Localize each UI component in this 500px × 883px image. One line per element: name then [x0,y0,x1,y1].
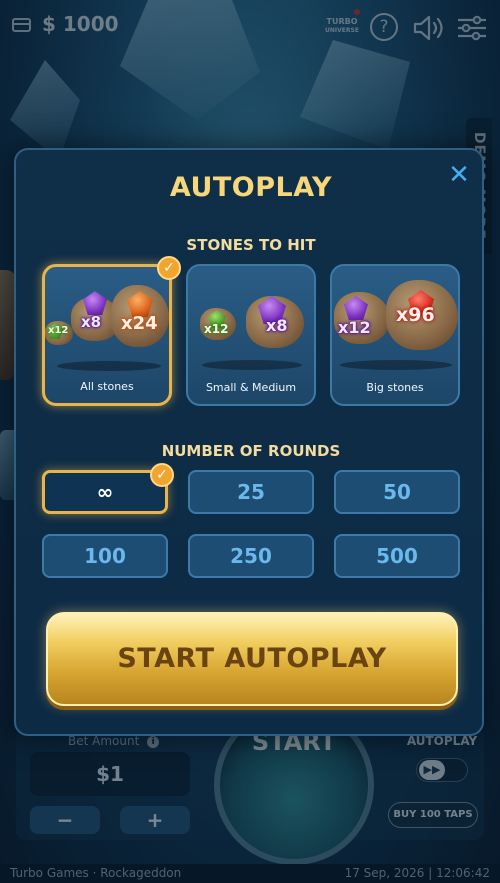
modal-title: AUTOPLAY [169,172,333,203]
stone-option-label: Small & Medium [205,381,297,394]
stone-option-small-medium[interactable]: x12 x8 Small & Medium [186,264,316,406]
start-autoplay-button[interactable]: START AUTOPLAY [46,612,458,706]
checkmark-icon: ✓ [157,256,181,280]
close-icon[interactable]: ✕ [444,160,474,190]
stone-option-label: Big stones [366,381,424,394]
multiplier-label: x12 [338,318,371,337]
stone-shadow [202,360,302,370]
rounds-option-50[interactable]: 50 [334,470,460,514]
rounds-option-100[interactable]: 100 [42,534,168,578]
multiplier-label: x12 [204,322,229,336]
multiplier-label: x96 [396,304,435,326]
stone-option-label: All stones [80,380,134,393]
stones-section-title: STONES TO HIT [186,236,316,254]
rounds-option-500[interactable]: 500 [334,534,460,578]
stone-option-all[interactable]: x12 x8 x24 All stones [42,264,172,406]
multiplier-label: x12 [48,325,69,336]
autoplay-modal: AUTOPLAY ✕ STONES TO HIT x12 x8 x24 All … [14,148,484,736]
rounds-option-25[interactable]: 25 [188,470,314,514]
checkmark-icon: ✓ [150,463,174,487]
stone-shadow [340,360,452,370]
multiplier-label: x8 [81,313,102,331]
stone-option-big[interactable]: x12 x96 Big stones [330,264,460,406]
multiplier-label: x24 [121,313,158,334]
rounds-option-infinite[interactable]: ∞ [42,470,168,514]
rounds-option-250[interactable]: 250 [188,534,314,578]
rounds-section-title: NUMBER OF ROUNDS [161,442,341,460]
multiplier-label: x8 [266,316,288,335]
stone-shadow [57,361,161,371]
